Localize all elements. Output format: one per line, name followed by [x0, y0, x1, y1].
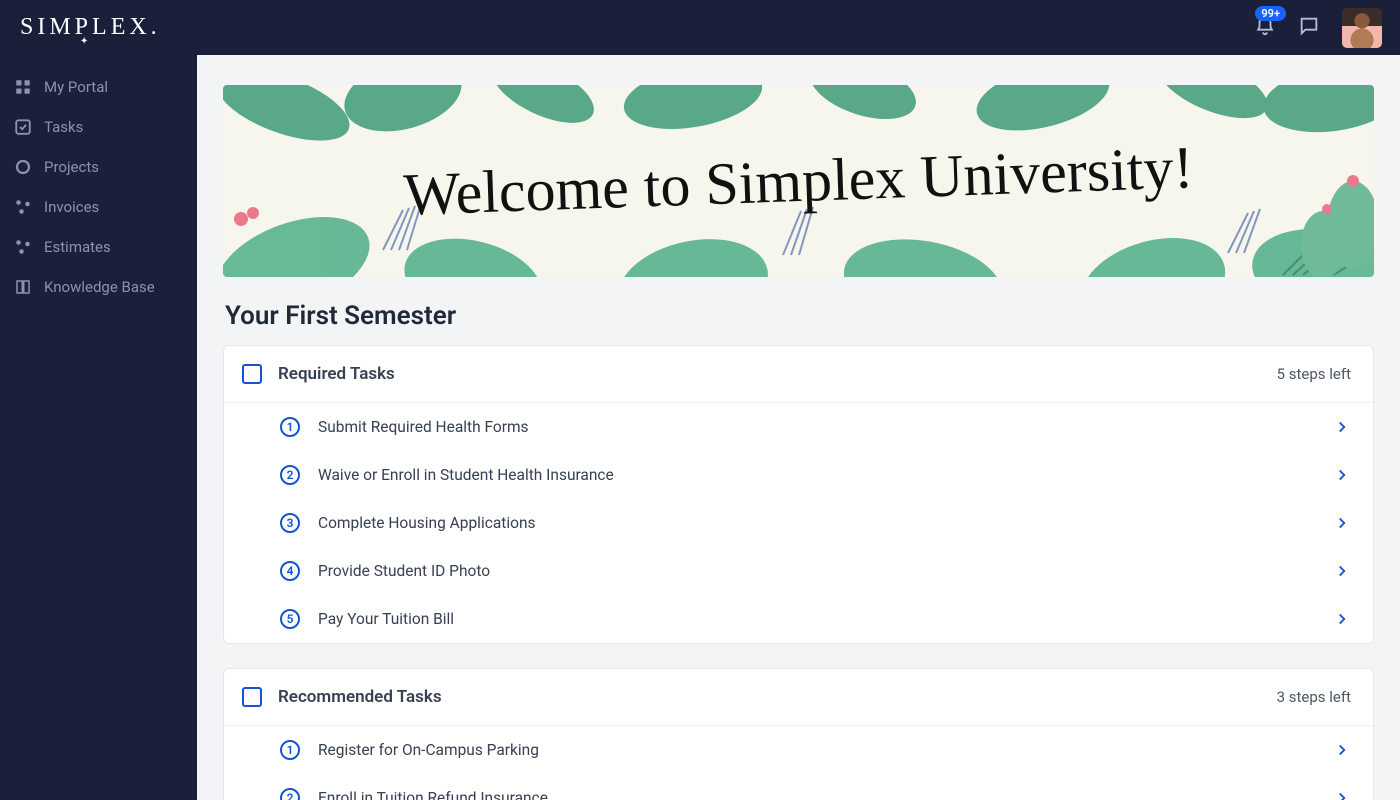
step-number-icon: 1	[280, 740, 300, 760]
task-label: Register for On-Campus Parking	[318, 741, 539, 759]
brand-accent-icon: ✦	[80, 36, 92, 47]
chat-icon	[1298, 15, 1320, 37]
avatar[interactable]	[1342, 8, 1382, 48]
group-checkbox[interactable]	[242, 687, 262, 707]
steps-left: 5 steps left	[1277, 365, 1351, 383]
main-content: Welcome to Simplex University! Your Firs…	[197, 55, 1400, 800]
group-title: Recommended Tasks	[278, 687, 442, 707]
task-row[interactable]: 5 Pay Your Tuition Bill	[224, 595, 1373, 643]
sidebar-item-label: Knowledge Base	[44, 278, 155, 296]
task-label: Enroll in Tuition Refund Insurance	[318, 789, 548, 800]
sidebar-item-my-portal[interactable]: My Portal	[0, 67, 197, 107]
sidebar-item-tasks[interactable]: Tasks	[0, 107, 197, 147]
step-number-icon: 5	[280, 609, 300, 629]
task-label: Submit Required Health Forms	[318, 418, 529, 436]
chevron-right-icon	[1333, 789, 1351, 800]
task-row[interactable]: 2 Enroll in Tuition Refund Insurance	[224, 774, 1373, 800]
notifications-badge: 99+	[1255, 6, 1286, 21]
welcome-banner: Welcome to Simplex University!	[223, 85, 1374, 277]
sidebar-item-invoices[interactable]: Invoices	[0, 187, 197, 227]
topbar: SIMPLEX. ✦ 99+	[0, 0, 1400, 55]
step-number-icon: 4	[280, 561, 300, 581]
sidebar-item-projects[interactable]: Projects	[0, 147, 197, 187]
notifications-button[interactable]: 99+	[1254, 15, 1276, 41]
grid-icon	[14, 78, 32, 96]
chevron-right-icon	[1333, 466, 1351, 484]
group-checkbox[interactable]	[242, 364, 262, 384]
book-icon	[14, 278, 32, 296]
task-group-header: Recommended Tasks 3 steps left	[224, 669, 1373, 726]
brand-logo[interactable]: SIMPLEX. ✦	[20, 14, 161, 41]
sidebar-item-estimates[interactable]: Estimates	[0, 227, 197, 267]
task-group-header: Required Tasks 5 steps left	[224, 346, 1373, 403]
chevron-right-icon	[1333, 418, 1351, 436]
ring-icon	[14, 158, 32, 176]
banner-title: Welcome to Simplex University!	[223, 85, 1374, 277]
task-label: Provide Student ID Photo	[318, 562, 490, 580]
check-icon	[14, 118, 32, 136]
sidebar-item-label: Projects	[44, 158, 99, 176]
task-group-required: Required Tasks 5 steps left 1 Submit Req…	[223, 345, 1374, 644]
nodes-icon	[14, 198, 32, 216]
sidebar-item-label: Invoices	[44, 198, 99, 216]
sidebar-item-label: My Portal	[44, 78, 108, 96]
task-row[interactable]: 1 Submit Required Health Forms	[224, 403, 1373, 451]
topbar-actions: 99+	[1254, 8, 1382, 48]
group-title: Required Tasks	[278, 364, 395, 384]
task-label: Pay Your Tuition Bill	[318, 610, 454, 628]
task-row[interactable]: 1 Register for On-Campus Parking	[224, 726, 1373, 774]
sidebar-item-knowledge-base[interactable]: Knowledge Base	[0, 267, 197, 307]
chevron-right-icon	[1333, 562, 1351, 580]
task-label: Waive or Enroll in Student Health Insura…	[318, 466, 614, 484]
task-row[interactable]: 2 Waive or Enroll in Student Health Insu…	[224, 451, 1373, 499]
steps-left: 3 steps left	[1277, 688, 1351, 706]
task-group-recommended: Recommended Tasks 3 steps left 1 Registe…	[223, 668, 1374, 800]
task-row[interactable]: 4 Provide Student ID Photo	[224, 547, 1373, 595]
chevron-right-icon	[1333, 741, 1351, 759]
step-number-icon: 2	[280, 788, 300, 800]
task-row[interactable]: 3 Complete Housing Applications	[224, 499, 1373, 547]
sidebar-item-label: Tasks	[44, 118, 83, 136]
sidebar: My Portal Tasks Projects Invoices Estima…	[0, 55, 197, 800]
step-number-icon: 2	[280, 465, 300, 485]
sidebar-item-label: Estimates	[44, 238, 111, 256]
section-title: Your First Semester	[225, 301, 1374, 331]
messages-button[interactable]	[1298, 15, 1320, 41]
step-number-icon: 3	[280, 513, 300, 533]
nodes-icon	[14, 238, 32, 256]
step-number-icon: 1	[280, 417, 300, 437]
chevron-right-icon	[1333, 610, 1351, 628]
task-label: Complete Housing Applications	[318, 514, 536, 532]
chevron-right-icon	[1333, 514, 1351, 532]
